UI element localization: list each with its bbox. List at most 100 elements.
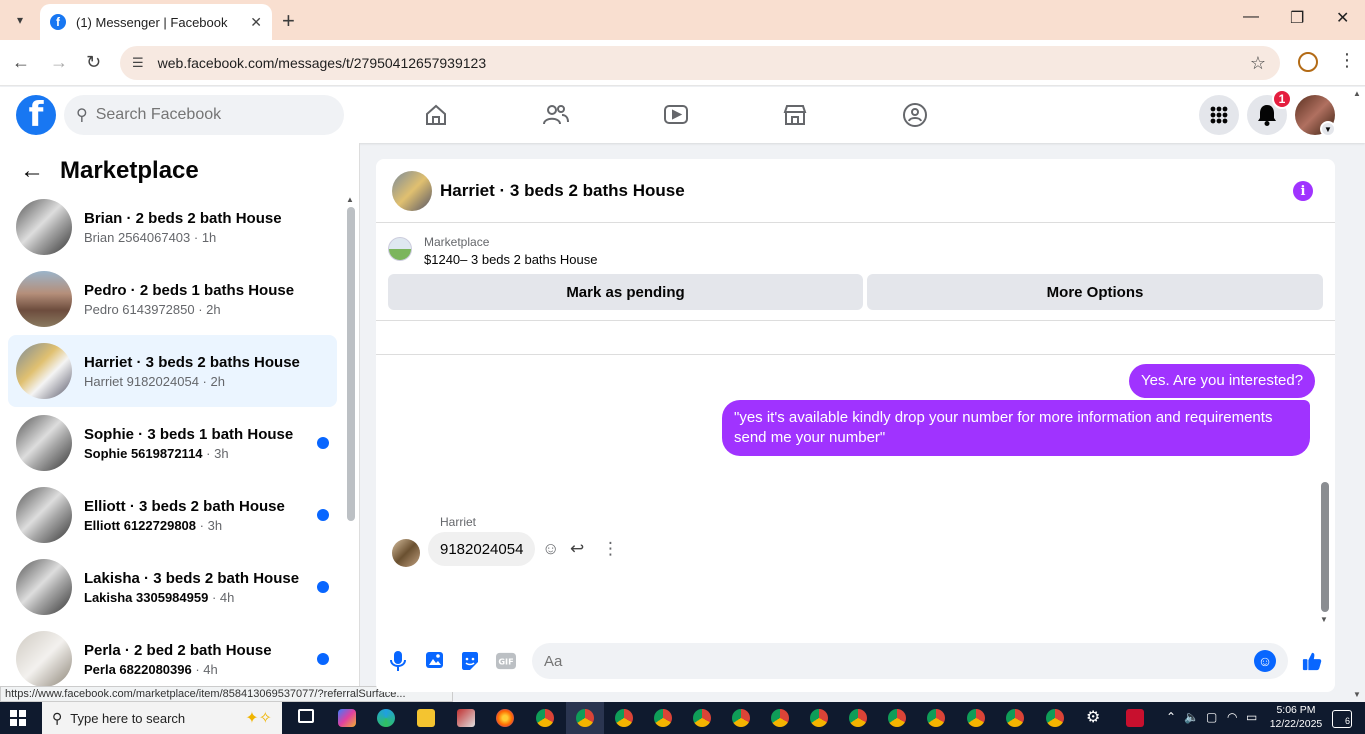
back-arrow-icon[interactable]: ←	[20, 157, 44, 185]
more-options-button[interactable]: More Options	[867, 274, 1323, 310]
site-settings-icon[interactable]: ☰	[132, 55, 144, 71]
notification-center-badge[interactable]: 6	[1332, 710, 1352, 728]
home-icon[interactable]	[421, 101, 451, 129]
list-item[interactable]: Pedro · 2 beds 1 baths House Pedro 61439…	[8, 263, 337, 335]
chrome-menu-icon[interactable]: ⋮	[1338, 50, 1356, 71]
message-input[interactable]	[544, 652, 1224, 670]
sender-avatar[interactable]	[392, 539, 420, 567]
list-item[interactable]: Brian · 2 beds 2 bath House Brian 256406…	[8, 191, 337, 263]
minimize-icon[interactable]: —	[1243, 8, 1259, 26]
scroll-down-arrow-icon[interactable]: ▼	[1320, 615, 1328, 624]
page-scroll-up-arrow-icon[interactable]: ▲	[1353, 89, 1361, 98]
emoji-icon[interactable]: ☺	[1254, 650, 1276, 672]
conversation-name: Perla · 2 bed 2 bath House	[84, 641, 272, 659]
chat-title[interactable]: Harriet · 3 beds 2 baths House	[440, 181, 685, 201]
restore-icon[interactable]: ❐	[1290, 8, 1304, 28]
chrome-icon[interactable]	[732, 709, 750, 727]
taskbar-search[interactable]: ⚲ Type here to search ✦✧	[42, 702, 282, 734]
scroll-up-arrow-icon[interactable]: ▲	[346, 195, 354, 204]
chat-avatar[interactable]	[392, 170, 432, 211]
sticker-icon[interactable]	[460, 651, 480, 671]
tab-close-icon[interactable]: ✕	[250, 14, 262, 31]
chrome-icon[interactable]	[693, 709, 711, 727]
marketplace-listing-icon	[388, 237, 412, 261]
volume-icon[interactable]: 🔈	[1184, 710, 1199, 724]
chrome-icon[interactable]	[967, 709, 985, 727]
react-smiley-icon[interactable]: ☺	[542, 539, 559, 559]
list-item[interactable]: Lakisha · 3 beds 2 bath House Lakisha 33…	[8, 551, 337, 623]
outgoing-message[interactable]: Yes. Are you interested?	[1129, 364, 1316, 398]
bookmark-star-icon[interactable]: ☆	[1250, 53, 1266, 74]
conversation-contact: Pedro 6143972850	[84, 301, 195, 317]
back-arrow-icon[interactable]: ←	[12, 52, 30, 73]
sidebar-scrollbar[interactable]	[347, 207, 355, 521]
outgoing-message[interactable]: "yes it's available kindly drop your num…	[722, 400, 1310, 456]
list-item[interactable]: Elliott · 3 beds 2 bath House Elliott 61…	[8, 479, 337, 551]
photo-gallery-icon[interactable]	[424, 651, 444, 671]
thumbs-up-icon[interactable]	[1302, 651, 1322, 671]
wifi-icon[interactable]: ◠	[1227, 710, 1237, 724]
incoming-message[interactable]: 9182024054	[428, 532, 536, 566]
chrome-icon[interactable]	[615, 709, 633, 727]
info-icon[interactable]: i	[1293, 181, 1313, 201]
microphone-icon[interactable]	[388, 651, 408, 671]
account-chevron-down-icon[interactable]: ▼	[1320, 121, 1336, 137]
chrome-icon[interactable]	[927, 709, 945, 727]
firefox-icon[interactable]	[496, 709, 514, 727]
facebook-top-nav: f ⚲	[0, 87, 1365, 143]
url-text[interactable]: web.facebook.com/messages/t/279504126579…	[158, 55, 486, 71]
chrome-icon[interactable]	[888, 709, 906, 727]
message-composer[interactable]: ☺	[532, 643, 1288, 679]
chrome-icon[interactable]	[771, 709, 789, 727]
menu-grid-icon[interactable]	[1199, 95, 1239, 135]
windows-start-icon[interactable]	[10, 710, 26, 726]
chrome-icon[interactable]	[1046, 709, 1064, 727]
forward-arrow-icon[interactable]: →	[50, 52, 68, 73]
chrome-profile-icon[interactable]	[1298, 52, 1318, 72]
chrome-icon[interactable]	[1006, 709, 1024, 727]
tab-search-chevron-icon[interactable]: ▾	[6, 6, 34, 34]
chrome-icon[interactable]	[536, 709, 554, 727]
task-view-icon[interactable]	[298, 709, 314, 723]
meet-now-icon[interactable]: ▢	[1206, 710, 1217, 724]
chrome-icon[interactable]	[654, 709, 672, 727]
list-item[interactable]: Sophie · 3 beds 1 bath House Sophie 5619…	[8, 407, 337, 479]
facebook-search[interactable]: ⚲	[64, 95, 344, 135]
reload-icon[interactable]: ↻	[86, 52, 101, 73]
copilot-sparkle-icon[interactable]: ✦✧	[245, 708, 272, 728]
copilot-app-icon[interactable]	[338, 709, 356, 727]
more-kebab-icon[interactable]: ⋮	[602, 539, 619, 559]
search-input[interactable]	[95, 106, 316, 124]
chrome-icon[interactable]	[849, 709, 867, 727]
chrome-icon[interactable]	[810, 709, 828, 727]
conversation-subtitle: Pedro 6143972850 · 2h	[84, 302, 294, 317]
address-bar[interactable]: ☰ web.facebook.com/messages/t/2795041265…	[120, 46, 1280, 80]
settings-gear-icon[interactable]: ⚙	[1086, 707, 1100, 727]
edge-browser-icon[interactable]	[377, 709, 395, 727]
app-icon[interactable]	[1126, 709, 1144, 727]
facebook-logo-icon[interactable]: f	[16, 95, 56, 135]
conversation-name: Brian · 2 beds 2 bath House	[84, 209, 282, 227]
marketplace-icon[interactable]	[780, 101, 810, 129]
page-scroll-down-arrow-icon[interactable]: ▼	[1353, 690, 1361, 699]
chat-scrollbar[interactable]	[1321, 482, 1329, 612]
close-window-icon[interactable]: ✕	[1336, 8, 1349, 28]
taskbar-clock[interactable]: 5:06 PM 12/22/2025	[1266, 703, 1326, 731]
file-explorer-icon[interactable]	[417, 709, 435, 727]
chrome-icon[interactable]	[576, 709, 594, 727]
mark-as-pending-button[interactable]: Mark as pending	[388, 274, 863, 310]
new-tab-plus-icon[interactable]: +	[282, 8, 295, 34]
app-icon[interactable]	[457, 709, 475, 727]
divider	[376, 354, 1335, 355]
reply-icon[interactable]: ↩	[570, 539, 584, 559]
list-item[interactable]: Perla · 2 bed 2 bath House Perla 6822080…	[8, 623, 337, 695]
tray-chevron-up-icon[interactable]: ⌃	[1166, 710, 1176, 724]
groups-icon[interactable]	[900, 101, 930, 129]
list-item[interactable]: Harriet · 3 beds 2 baths House Harriet 9…	[8, 335, 337, 407]
clock-date: 12/22/2025	[1269, 718, 1323, 730]
friends-icon[interactable]	[541, 101, 571, 129]
video-icon[interactable]	[661, 101, 691, 129]
browser-tab[interactable]: f (1) Messenger | Facebook ✕	[40, 4, 272, 40]
gif-icon[interactable]: GIF	[496, 651, 516, 671]
battery-icon[interactable]: ▭	[1246, 710, 1257, 724]
